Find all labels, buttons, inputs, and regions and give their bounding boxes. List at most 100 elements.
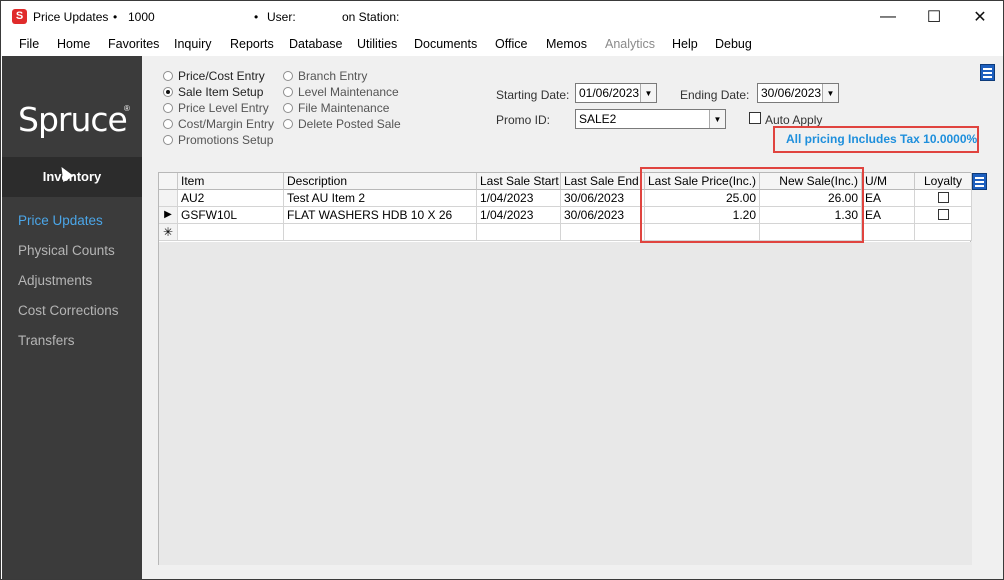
cell-um[interactable]: EA <box>862 207 915 224</box>
menu-help[interactable]: Help <box>672 37 698 51</box>
cell-loyalty[interactable] <box>915 207 972 224</box>
sidebar-item-transfers[interactable]: Transfers <box>18 333 75 348</box>
menu-reports[interactable]: Reports <box>230 37 274 51</box>
list-menu-icon[interactable] <box>972 173 987 190</box>
column-header-last-sale-end[interactable]: Last Sale End <box>561 173 645 190</box>
title-number: 1000 <box>128 10 155 24</box>
option-price-cost-entry[interactable]: Price/Cost Entry <box>163 69 265 83</box>
cell-description[interactable]: Test AU Item 2 <box>284 190 477 207</box>
table-row[interactable]: ▶ GSFW10L FLAT WASHERS HDB 10 X 26 1/04/… <box>159 207 972 224</box>
sidebar-item-price-updates[interactable]: Price Updates <box>18 213 103 228</box>
minimize-icon: — <box>880 7 896 25</box>
cell-new-sale[interactable]: 26.00 <box>760 190 862 207</box>
sidebar-item-adjustments[interactable]: Adjustments <box>18 273 92 288</box>
cell-last-sale-price[interactable]: 25.00 <box>645 190 760 207</box>
option-label: Delete Posted Sale <box>298 117 401 131</box>
radio-dot <box>283 119 293 129</box>
window-title: Price Updates <box>33 10 109 24</box>
cell-last-sale-price[interactable] <box>645 224 760 241</box>
cell-last-sale-start[interactable] <box>477 224 561 241</box>
row-selector-header <box>159 173 178 190</box>
sale-items-grid: Item Description Last Sale Start Last Sa… <box>158 172 972 565</box>
minimize-button[interactable]: — <box>865 1 911 32</box>
option-cost-margin-entry[interactable]: Cost/Margin Entry <box>163 117 274 131</box>
radio-dot <box>283 87 293 97</box>
option-label: Price/Cost Entry <box>178 69 265 83</box>
column-header-loyalty[interactable]: Loyalty <box>915 173 972 190</box>
option-level-maintenance[interactable]: Level Maintenance <box>283 85 399 99</box>
new-row[interactable]: ✳ <box>159 224 972 241</box>
dropdown-arrow-icon[interactable]: ▼ <box>640 84 656 102</box>
menu-favorites[interactable]: Favorites <box>108 37 159 51</box>
ending-date-picker[interactable]: 30/06/2023 ▼ <box>757 83 839 103</box>
promo-id-select[interactable]: SALE2 ▼ <box>575 109 726 129</box>
option-delete-posted-sale[interactable]: Delete Posted Sale <box>283 117 401 131</box>
cell-description[interactable] <box>284 224 477 241</box>
column-header-description[interactable]: Description <box>284 173 477 190</box>
cell-last-sale-end[interactable]: 30/06/2023 <box>561 190 645 207</box>
loyalty-checkbox[interactable] <box>937 192 949 203</box>
cell-last-sale-start[interactable]: 1/04/2023 <box>477 190 561 207</box>
sidebar-item-cost-corrections[interactable]: Cost Corrections <box>18 303 119 318</box>
auto-apply-label: Auto Apply <box>765 113 823 127</box>
option-price-level-entry[interactable]: Price Level Entry <box>163 101 269 115</box>
cell-item[interactable] <box>178 224 284 241</box>
cell-item[interactable]: GSFW10L <box>178 207 284 224</box>
menu-memos[interactable]: Memos <box>546 37 587 51</box>
radio-dot <box>283 71 293 81</box>
cell-last-sale-price[interactable]: 1.20 <box>645 207 760 224</box>
dropdown-arrow-icon[interactable]: ▼ <box>709 110 725 128</box>
menu-debug[interactable]: Debug <box>715 37 752 51</box>
menu-analytics[interactable]: Analytics <box>605 37 655 51</box>
radio-dot-selected <box>163 87 173 97</box>
cell-description[interactable]: FLAT WASHERS HDB 10 X 26 <box>284 207 477 224</box>
cell-new-sale[interactable]: 1.30 <box>760 207 862 224</box>
radio-dot <box>163 119 173 129</box>
column-header-new-sale[interactable]: New Sale(Inc.) <box>760 173 862 190</box>
column-header-item[interactable]: Item <box>178 173 284 190</box>
maximize-button[interactable]: ☐ <box>911 1 957 32</box>
column-header-last-sale-price[interactable]: Last Sale Price(Inc.) <box>645 173 760 190</box>
radio-dot <box>163 103 173 113</box>
column-header-um[interactable]: U/M <box>862 173 915 190</box>
menu-office[interactable]: Office <box>495 37 527 51</box>
auto-apply-checkbox[interactable] <box>749 112 761 124</box>
title-separator: • <box>254 10 259 24</box>
new-row-icon[interactable]: ✳ <box>159 224 178 241</box>
option-label: Branch Entry <box>298 69 368 83</box>
sidebar-item-physical-counts[interactable]: Physical Counts <box>18 243 115 258</box>
cell-new-sale[interactable] <box>760 224 862 241</box>
menu-home[interactable]: Home <box>57 37 90 51</box>
menu-file[interactable]: File <box>19 37 39 51</box>
starting-date-picker[interactable]: 01/06/2023 ▼ <box>575 83 657 103</box>
option-branch-entry[interactable]: Branch Entry <box>283 69 367 83</box>
close-button[interactable]: ✕ <box>957 1 1003 32</box>
row-selector[interactable] <box>159 190 178 207</box>
column-header-last-sale-start[interactable]: Last Sale Start <box>477 173 561 190</box>
option-label: Sale Item Setup <box>178 85 264 99</box>
cell-last-sale-end[interactable] <box>561 224 645 241</box>
promo-id-value: SALE2 <box>579 112 617 126</box>
list-menu-icon[interactable] <box>980 64 995 81</box>
maximize-icon: ☐ <box>926 8 942 26</box>
option-file-maintenance[interactable]: File Maintenance <box>283 101 389 115</box>
loyalty-checkbox[interactable] <box>937 209 949 220</box>
option-promotions-setup[interactable]: Promotions Setup <box>163 133 273 147</box>
table-row[interactable]: AU2 Test AU Item 2 1/04/2023 30/06/2023 … <box>159 190 972 207</box>
promo-id-label: Promo ID: <box>496 113 551 127</box>
menu-inquiry[interactable]: Inquiry <box>174 37 212 51</box>
cell-loyalty[interactable] <box>915 190 972 207</box>
cell-last-sale-start[interactable]: 1/04/2023 <box>477 207 561 224</box>
radio-dot <box>283 103 293 113</box>
menu-database[interactable]: Database <box>289 37 343 51</box>
dropdown-arrow-icon[interactable]: ▼ <box>822 84 838 102</box>
menu-utilities[interactable]: Utilities <box>357 37 397 51</box>
cell-last-sale-end[interactable]: 30/06/2023 <box>561 207 645 224</box>
cell-um[interactable] <box>862 224 915 241</box>
row-pointer-icon[interactable]: ▶ <box>159 207 178 224</box>
cell-um[interactable]: EA <box>862 190 915 207</box>
option-sale-item-setup[interactable]: Sale Item Setup <box>163 85 263 99</box>
menu-documents[interactable]: Documents <box>414 37 477 51</box>
cell-loyalty[interactable] <box>915 224 972 241</box>
cell-item[interactable]: AU2 <box>178 190 284 207</box>
